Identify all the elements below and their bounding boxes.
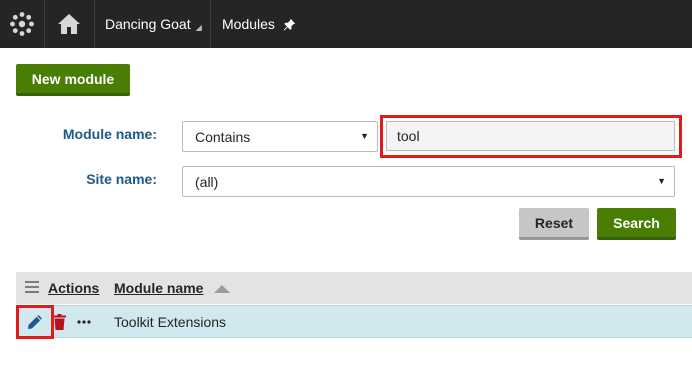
module-name-input[interactable]: tool [386, 121, 675, 151]
module-name-label: Module name: [62, 126, 157, 142]
pin-icon[interactable] [283, 18, 296, 31]
module-name-column-header[interactable]: Module name [114, 280, 203, 296]
top-header: Dancing Goat ◢ Modules [0, 0, 692, 48]
reset-label: Reset [534, 214, 574, 231]
module-name-cell: Toolkit Extensions [114, 314, 227, 330]
search-label: Search [613, 214, 660, 231]
column-menu-icon[interactable] [25, 281, 39, 293]
home-button[interactable] [44, 0, 94, 48]
module-name-operator-value: Contains [195, 128, 251, 145]
sort-ascending-icon[interactable] [214, 285, 230, 293]
dropdown-arrow-icon: ▼ [657, 176, 666, 186]
new-module-button[interactable]: New module [16, 64, 130, 96]
module-name-input-value: tool [397, 128, 420, 144]
actions-column-header[interactable]: Actions [48, 280, 99, 296]
site-name-label: Site name: [86, 171, 157, 187]
delete-icon[interactable] [53, 314, 66, 330]
dropdown-arrow-icon: ▼ [360, 131, 369, 141]
search-button[interactable]: Search [597, 208, 676, 240]
edit-icon[interactable] [27, 314, 43, 330]
home-icon [58, 14, 80, 34]
site-name-select[interactable]: (all) ▼ [182, 166, 675, 197]
reset-button[interactable]: Reset [519, 208, 589, 240]
kentico-gear-icon [10, 12, 34, 36]
site-selector[interactable]: Dancing Goat ◢ [95, 0, 210, 48]
new-module-label: New module [31, 70, 115, 87]
site-caret-icon: ◢ [195, 22, 202, 32]
application-menu-button[interactable] [0, 0, 44, 48]
breadcrumb: Modules [211, 0, 331, 48]
more-actions-icon[interactable] [77, 320, 91, 324]
site-name: Dancing Goat [105, 16, 191, 32]
module-name-operator-select[interactable]: Contains ▼ [182, 121, 378, 152]
breadcrumb-current[interactable]: Modules [222, 16, 275, 32]
table-row: Toolkit Extensions [16, 305, 692, 338]
grid-header: Actions Module name [16, 272, 692, 304]
site-name-select-value: (all) [195, 173, 219, 190]
